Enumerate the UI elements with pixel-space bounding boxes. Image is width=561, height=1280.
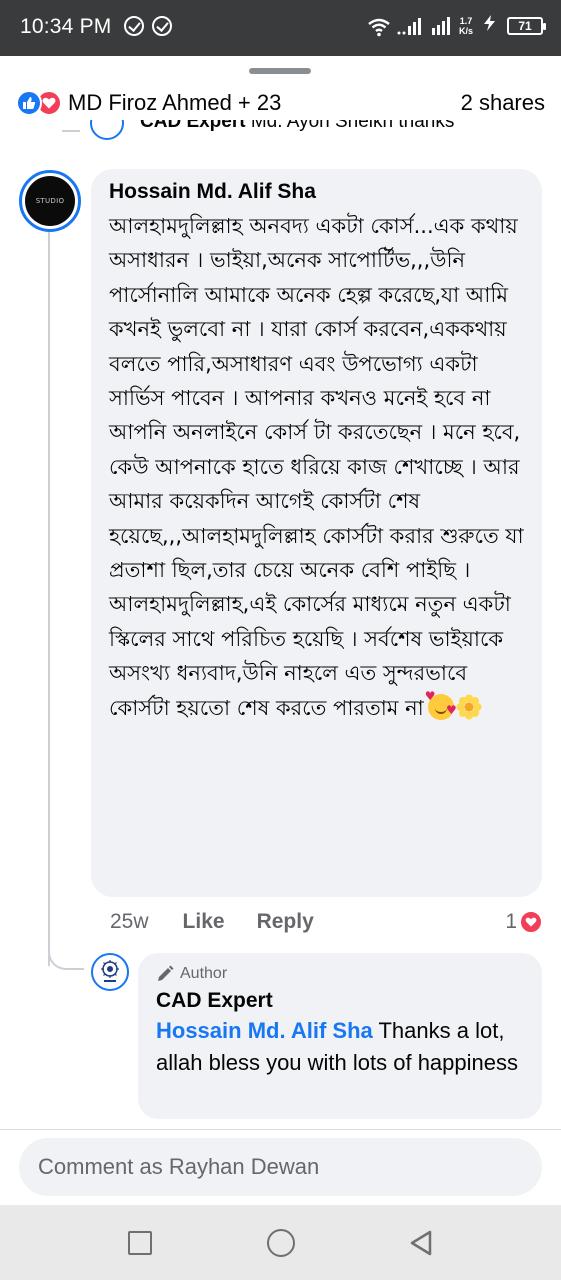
signal-icon <box>431 16 451 36</box>
comment-actions: 25w Like Reply 1 <box>110 906 543 938</box>
battery-icon: 71 <box>507 16 546 35</box>
comment-input-placeholder: Comment as Rayhan Dewan <box>38 1154 320 1179</box>
smiling-face-with-hearts-icon: ♥ ♥ <box>425 690 457 720</box>
wifi-icon <box>367 17 390 36</box>
previous-comment: CAD Expert Md. Ayon Sheikh thanks <box>0 120 561 140</box>
status-notification-icons <box>124 16 172 36</box>
reaction-count-value: 1 <box>505 910 517 933</box>
network-speed-value: 1.7 <box>459 15 473 26</box>
previous-comment-body: Md. Ayon Sheikh thanks <box>250 120 455 132</box>
blossom-icon <box>456 694 482 720</box>
shares-count[interactable]: 2 shares <box>461 90 545 116</box>
love-icon <box>519 910 543 934</box>
avatar[interactable]: STUDIO <box>19 170 81 232</box>
reply-author[interactable]: CAD Expert <box>156 987 524 1015</box>
status-bar: 10:34 PM 1.7 K/s 71 <box>0 0 561 56</box>
pencil-icon <box>158 965 174 981</box>
previous-comment-author[interactable]: CAD Expert <box>140 120 246 132</box>
divider <box>0 1129 561 1130</box>
thread-line-curve <box>48 936 84 970</box>
comment-bubble[interactable]: Hossain Md. Alif Sha আলহামদুলিল্লাহ অনবদ… <box>91 169 542 897</box>
reply-body-wrap: Hossain Md. Alif Sha Thanks a lot, allah… <box>156 1015 524 1079</box>
reply-button[interactable]: Reply <box>257 910 314 934</box>
like-button[interactable]: Like <box>183 910 225 934</box>
navigation-bar <box>0 1205 561 1280</box>
previous-comment-text: CAD Expert Md. Ayon Sheikh thanks <box>140 120 454 133</box>
signal-icon <box>397 16 423 36</box>
status-time: 10:34 PM <box>20 15 112 38</box>
status-system-icons: 1.7 K/s 71 <box>367 14 546 37</box>
comment-body: আলহামদুলিল্লাহ অনবদ্য একটা কোর্স...এক কথ… <box>109 214 524 720</box>
avatar[interactable] <box>90 120 124 140</box>
comment-timestamp[interactable]: 25w <box>110 910 149 934</box>
network-speed: 1.7 K/s <box>459 16 473 36</box>
reactions-summary[interactable]: MD Firoz Ahmed + 23 2 shares <box>16 86 545 120</box>
home-icon[interactable] <box>267 1229 295 1257</box>
drag-handle[interactable] <box>249 68 311 74</box>
avatar-image: STUDIO <box>25 176 75 226</box>
recent-apps-icon[interactable] <box>128 1231 152 1255</box>
comment-author[interactable]: Hossain Md. Alif Sha <box>109 179 524 205</box>
cad-expert-logo-icon <box>101 960 119 982</box>
reply-bubble[interactable]: Author CAD Expert Hossain Md. Alif Sha T… <box>138 953 542 1119</box>
reactors-text[interactable]: MD Firoz Ahmed + 23 <box>68 90 281 116</box>
avatar[interactable] <box>91 953 129 991</box>
check-circle-icon <box>152 16 172 36</box>
mention-link[interactable]: Hossain Md. Alif Sha <box>156 1018 373 1043</box>
comment-reaction-count[interactable]: 1 <box>505 910 543 934</box>
comment-body-wrap: আলহামদুলিল্লাহ অনবদ্য একটা কোর্স...এক কথ… <box>109 209 524 725</box>
reaction-icons <box>16 90 62 116</box>
back-icon[interactable] <box>408 1229 434 1257</box>
charging-icon <box>481 14 499 37</box>
check-circle-icon <box>124 16 144 36</box>
like-icon <box>16 90 42 116</box>
author-badge: Author <box>156 963 524 985</box>
author-badge-label: Author <box>180 965 228 982</box>
network-speed-unit: K/s <box>458 25 473 36</box>
thread-line <box>48 206 50 966</box>
comment-input[interactable]: Comment as Rayhan Dewan <box>19 1138 542 1196</box>
